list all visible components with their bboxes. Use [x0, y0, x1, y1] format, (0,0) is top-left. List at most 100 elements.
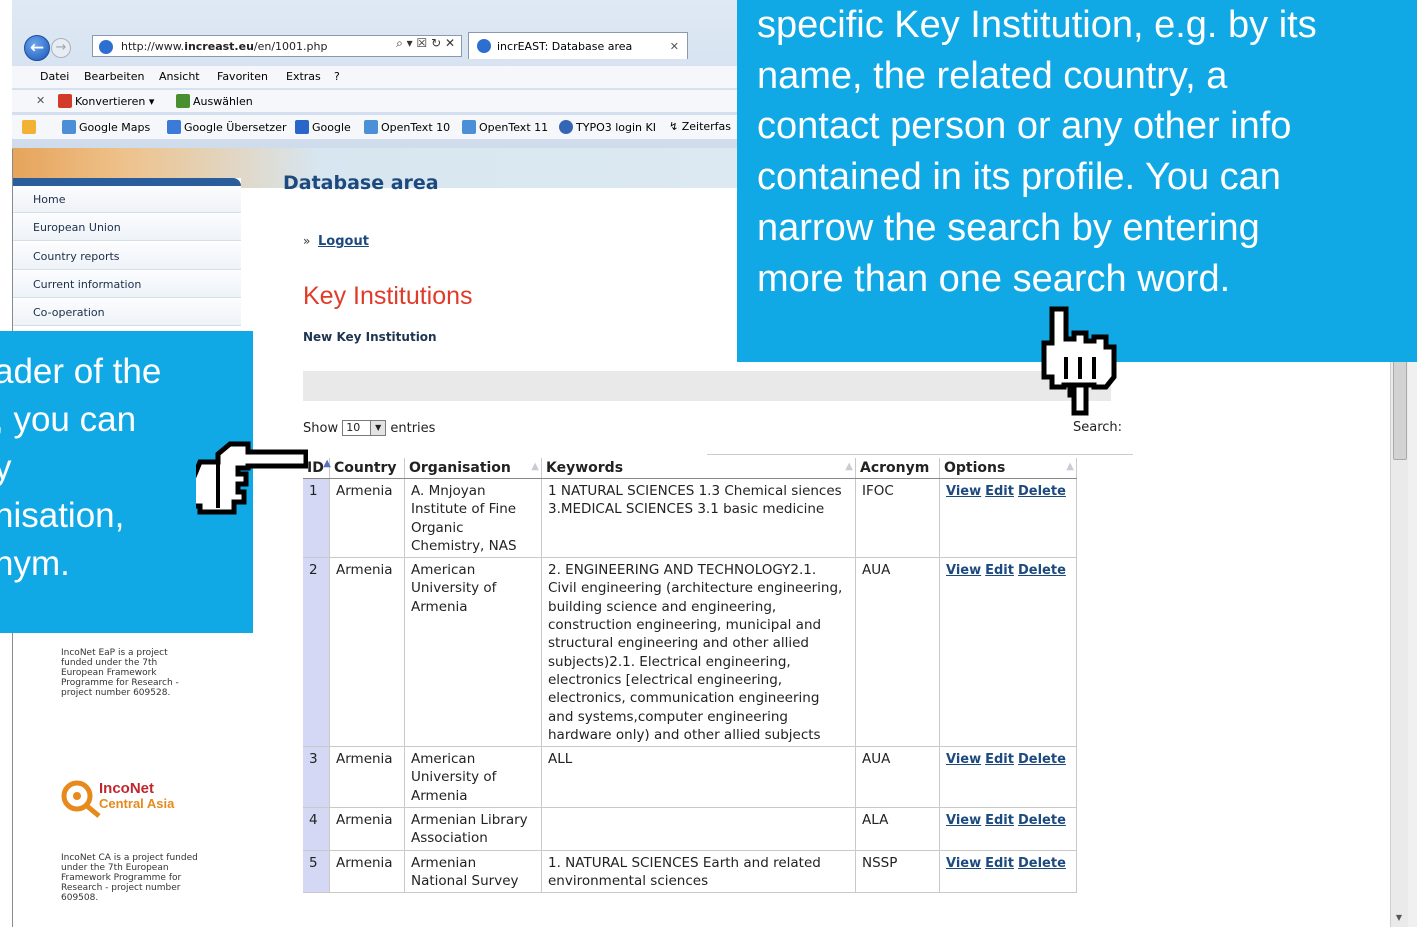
cell-options: View Edit Delete: [939, 478, 1077, 559]
cell-id: 4: [303, 807, 330, 851]
callout-line: ader of the: [0, 352, 162, 391]
delete-link[interactable]: Delete: [1018, 563, 1066, 578]
url-path: /en/1001.php: [253, 40, 328, 53]
pdf-icon: [58, 94, 72, 108]
star-icon: [22, 120, 36, 134]
edit-link[interactable]: Edit: [985, 813, 1014, 828]
edit-link[interactable]: Edit: [985, 563, 1014, 578]
cell-acronym: AUA: [855, 557, 940, 748]
edit-link[interactable]: Edit: [985, 484, 1014, 499]
entries-value: 10: [346, 421, 361, 434]
convert-button[interactable]: Konvertieren ▾: [58, 94, 154, 108]
column-header-options[interactable]: Options ▲: [939, 458, 1077, 479]
edit-link[interactable]: Edit: [985, 752, 1014, 767]
entries-select[interactable]: 10 ▼: [342, 420, 387, 436]
select-button[interactable]: Auswählen: [176, 94, 253, 108]
fav-google-maps[interactable]: Google Maps: [62, 120, 150, 134]
delete-link[interactable]: Delete: [1018, 752, 1066, 767]
logout-link[interactable]: Logout: [318, 234, 369, 249]
menu-item-help[interactable]: ?: [334, 70, 340, 83]
view-link[interactable]: View: [946, 563, 981, 578]
tab-title: incrEAST: Database area: [497, 40, 633, 53]
cell-country: Armenia: [329, 850, 405, 894]
cell-country: Armenia: [329, 746, 405, 809]
show-entries: Show 10 ▼ entries: [303, 420, 435, 436]
column-header-country[interactable]: Country: [329, 458, 405, 479]
delete-link[interactable]: Delete: [1018, 484, 1066, 499]
table-row: 4 Armenia Armenian Library Association ALA V…: [303, 807, 1077, 851]
pointing-hand-down-icon: [1041, 306, 1117, 416]
cell-options: View Edit Delete: [939, 557, 1077, 748]
fav-zeiterfassung[interactable]: ↯ Zeiterfas: [669, 120, 731, 133]
table-row: 5 Armenia Armenian National Survey 1. NATUR…: [303, 850, 1077, 894]
pointing-hand-right-icon: [196, 441, 308, 515]
fav-typo3-login[interactable]: TYPO3 login KI: [559, 120, 656, 134]
cell-keywords: 2. ENGINEERING AND TECHNOLOGY2.1. Civil …: [541, 557, 856, 748]
fav-opentext-10[interactable]: OpenText 10: [364, 120, 450, 134]
tab-close-icon[interactable]: ✕: [670, 33, 679, 60]
fav-label: OpenText 10: [381, 121, 451, 134]
callout-line: contact person or any other info: [757, 105, 1292, 148]
cell-keywords: 1. NATURAL SCIENCES Earth and related en…: [541, 850, 856, 894]
search-label: Search:: [1073, 420, 1123, 435]
column-header-keywords[interactable]: Keywords ▲: [541, 458, 856, 479]
address-bar[interactable]: http://www.increast.eu/en/1001.php ⌕ ▾ ☒…: [92, 35, 462, 57]
sidebar-item-country-reports[interactable]: Country reports: [13, 243, 241, 270]
favorites-star-icon[interactable]: [22, 120, 39, 134]
delete-link[interactable]: Delete: [1018, 813, 1066, 828]
callout-line: narrow the search by entering: [757, 206, 1260, 249]
show-label: Show: [303, 421, 339, 436]
convert-label: Konvertieren: [75, 95, 146, 108]
cell-acronym: ALA: [855, 807, 940, 851]
view-link[interactable]: View: [946, 856, 981, 871]
toolbar-close-icon[interactable]: ✕: [36, 94, 45, 107]
sidebar-item-current-information[interactable]: Current information: [13, 271, 241, 298]
entries-label: entries: [390, 421, 436, 436]
fav-google[interactable]: Google: [295, 120, 351, 134]
search-input[interactable]: [707, 436, 1133, 455]
address-tools-icon[interactable]: ⌕ ▾ ☒ ↻ ✕: [396, 36, 455, 51]
delete-link[interactable]: Delete: [1018, 856, 1066, 871]
ie-icon: [99, 40, 113, 54]
column-label: Options: [944, 460, 1006, 476]
sidebar-item-european-union[interactable]: European Union: [13, 214, 241, 241]
section-heading: Key Institutions: [303, 282, 473, 310]
cell-organisation: American University of Armenia: [404, 557, 542, 748]
cell-keywords: 1 NATURAL SCIENCES 1.3 Chemical siences …: [541, 478, 856, 559]
sidebar-item-co-operation[interactable]: Co-operation: [13, 299, 241, 326]
fav-google-translate[interactable]: Google Übersetzer: [167, 120, 287, 134]
column-label: Organisation: [409, 460, 511, 476]
fav-label: OpenText 11: [479, 121, 549, 134]
cell-id: 5: [303, 850, 330, 894]
column-label: Country: [334, 460, 397, 476]
column-header-organisation[interactable]: Organisation ▲︎: [404, 458, 542, 479]
edit-link[interactable]: Edit: [985, 856, 1014, 871]
cell-options: View Edit Delete: [939, 850, 1077, 894]
inconet-ca-logo[interactable]: IncoNet Central Asia: [61, 778, 211, 818]
back-button[interactable]: ←: [24, 35, 50, 61]
column-label: Acronym: [860, 460, 930, 476]
view-link[interactable]: View: [946, 752, 981, 767]
cell-acronym: AUA: [855, 746, 940, 809]
scroll-down-arrow-icon[interactable]: ▼: [1393, 913, 1405, 923]
sidebar-item-home[interactable]: Home: [13, 186, 241, 213]
fav-label: TYPO3 login KI: [576, 121, 656, 134]
fav-opentext-11[interactable]: OpenText 11: [462, 120, 548, 134]
pen-icon: ↯: [669, 120, 682, 133]
view-link[interactable]: View: [946, 813, 981, 828]
column-header-acronym[interactable]: Acronym: [855, 458, 940, 479]
menu-item-favoriten[interactable]: Favoriten: [217, 70, 268, 83]
tab-database-area[interactable]: incrEAST: Database area ✕: [468, 32, 688, 59]
table-row: 1 Armenia A. Mnjoyan Institute of Fine Org…: [303, 478, 1077, 559]
menu-item-datei[interactable]: Datei: [40, 70, 69, 83]
menu-item-bearbeiten[interactable]: Bearbeiten: [84, 70, 144, 83]
forward-button[interactable]: →: [51, 38, 71, 58]
menu-item-extras[interactable]: Extras: [286, 70, 321, 83]
fav-label: Zeiterfas: [681, 120, 732, 133]
url-domain: increast.eu: [184, 40, 254, 53]
view-link[interactable]: View: [946, 484, 981, 499]
cell-options: View Edit Delete: [939, 807, 1077, 851]
menu-item-ansicht[interactable]: Ansicht: [159, 70, 200, 83]
scrollbar-thumb[interactable]: [1393, 348, 1407, 460]
new-key-institution-link[interactable]: New Key Institution: [303, 330, 437, 344]
